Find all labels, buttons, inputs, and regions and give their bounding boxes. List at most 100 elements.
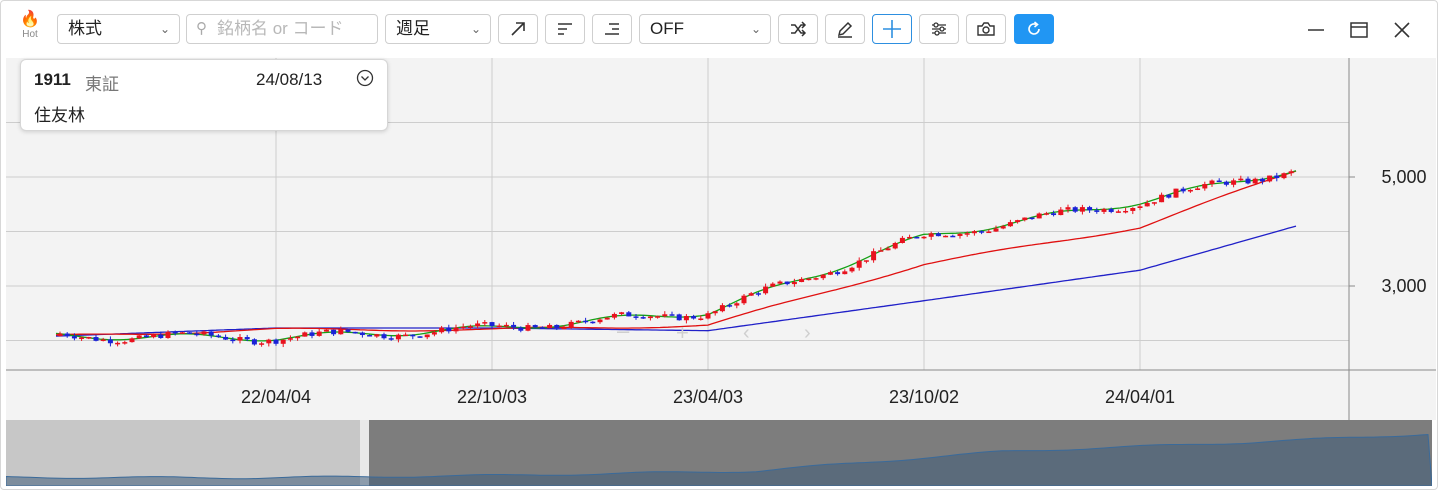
- draw-button[interactable]: [825, 14, 865, 44]
- candle-body: [1043, 213, 1049, 215]
- candle-body: [705, 313, 711, 319]
- candle-body: [1007, 222, 1013, 227]
- hot-button[interactable]: 🔥 Hot: [15, 11, 45, 49]
- candle-body: [287, 338, 293, 340]
- close-button[interactable]: [1387, 15, 1417, 45]
- candle-body: [237, 337, 243, 341]
- pencil-icon: [837, 21, 853, 38]
- refresh-button[interactable]: [1014, 14, 1054, 44]
- candle-body: [899, 237, 905, 243]
- candle-body: [194, 333, 200, 336]
- period-select[interactable]: 週足 ⌄: [385, 14, 491, 44]
- candle-body: [309, 332, 315, 336]
- candle-body: [64, 333, 70, 337]
- candle-body: [1144, 203, 1150, 207]
- candle-body: [1079, 207, 1085, 212]
- candle-body: [403, 334, 409, 337]
- screenshot-button[interactable]: [966, 14, 1006, 44]
- candle-body: [971, 231, 977, 234]
- candle-body: [482, 322, 488, 324]
- y-tick-label: 5,000: [1381, 167, 1426, 187]
- candle-body: [827, 272, 833, 275]
- candle-body: [352, 331, 358, 334]
- ma-mid-line: [55, 170, 1297, 336]
- candle-body: [1051, 213, 1057, 216]
- candle-body: [712, 311, 718, 314]
- candle-body: [885, 248, 891, 251]
- candle-body: [741, 295, 747, 304]
- candle-body: [295, 336, 301, 339]
- market-select[interactable]: 株式 ⌄: [57, 14, 180, 44]
- stock-name: 住友林: [34, 106, 85, 125]
- candle-body: [791, 282, 797, 285]
- candle-body: [1022, 217, 1028, 221]
- candle-body: [503, 324, 509, 327]
- crosshair-button[interactable]: [872, 14, 912, 44]
- navigator[interactable]: [5, 420, 1433, 487]
- candle-body: [1108, 209, 1114, 212]
- candle-body: [525, 325, 531, 331]
- candle-body: [129, 338, 135, 343]
- candle-body: [100, 339, 106, 341]
- sliders-icon: [932, 22, 946, 36]
- navigator-chart[interactable]: [5, 420, 1433, 487]
- navigator-handle[interactable]: [360, 420, 369, 486]
- scroll-right-icon[interactable]: ›: [804, 322, 811, 344]
- candle-body: [158, 334, 164, 339]
- candle-body: [1166, 194, 1172, 198]
- expand-button[interactable]: [356, 69, 374, 92]
- candle-body: [1029, 217, 1035, 220]
- zoom-in-icon[interactable]: +: [676, 320, 689, 345]
- candle-body: [568, 321, 574, 328]
- scroll-left-icon[interactable]: ‹: [743, 322, 750, 344]
- candle-body: [179, 332, 185, 334]
- candle-body: [993, 228, 999, 232]
- candle-body: [813, 278, 819, 280]
- candle-body: [280, 339, 286, 344]
- candle-body: [871, 251, 877, 261]
- candle-body: [201, 331, 207, 335]
- candle-body: [928, 233, 934, 237]
- candle-body: [1216, 180, 1222, 183]
- candle-body: [446, 327, 452, 332]
- candle-body: [979, 231, 985, 233]
- candle-body: [223, 336, 229, 340]
- search-input[interactable]: ⚲ 銘柄名 or コード: [186, 14, 378, 44]
- candle-body: [518, 327, 524, 331]
- candle-body: [619, 312, 625, 314]
- candle-body: [1259, 178, 1265, 182]
- candle-body: [770, 283, 776, 287]
- candle-body: [1173, 188, 1179, 198]
- candle-body: [820, 274, 826, 279]
- trend-line-icon: [511, 22, 525, 36]
- chevron-down-icon: ⌄: [159, 22, 170, 36]
- candle-body: [1058, 209, 1064, 216]
- candle-body: [914, 236, 920, 239]
- candle-body: [136, 335, 142, 339]
- candle-body: [1123, 210, 1129, 213]
- candle-body: [1209, 180, 1215, 185]
- info-date: 24/08/13: [256, 70, 323, 89]
- candle-body: [467, 326, 473, 328]
- minimize-button[interactable]: [1301, 15, 1331, 45]
- align-right-button[interactable]: [592, 14, 632, 44]
- market-select-value: 株式: [68, 19, 102, 38]
- candle-body: [1065, 207, 1071, 210]
- candle-body: [590, 321, 596, 324]
- shuffle-button[interactable]: [778, 14, 818, 44]
- candle-body: [1015, 220, 1021, 223]
- candle-body: [439, 327, 445, 333]
- candle-body: [1267, 175, 1273, 182]
- indicator-select[interactable]: OFF ⌄: [639, 14, 771, 44]
- candle-body: [554, 324, 560, 328]
- trend-line-button[interactable]: [498, 14, 538, 44]
- candle-body: [1094, 210, 1100, 212]
- candle-body: [655, 316, 661, 318]
- maximize-button[interactable]: [1344, 15, 1374, 45]
- align-left-button[interactable]: [545, 14, 585, 44]
- settings-button[interactable]: [919, 14, 959, 44]
- candle-body: [878, 250, 884, 252]
- candle-body: [1231, 180, 1237, 185]
- candle-body: [93, 337, 99, 341]
- zoom-out-icon[interactable]: –: [617, 318, 630, 343]
